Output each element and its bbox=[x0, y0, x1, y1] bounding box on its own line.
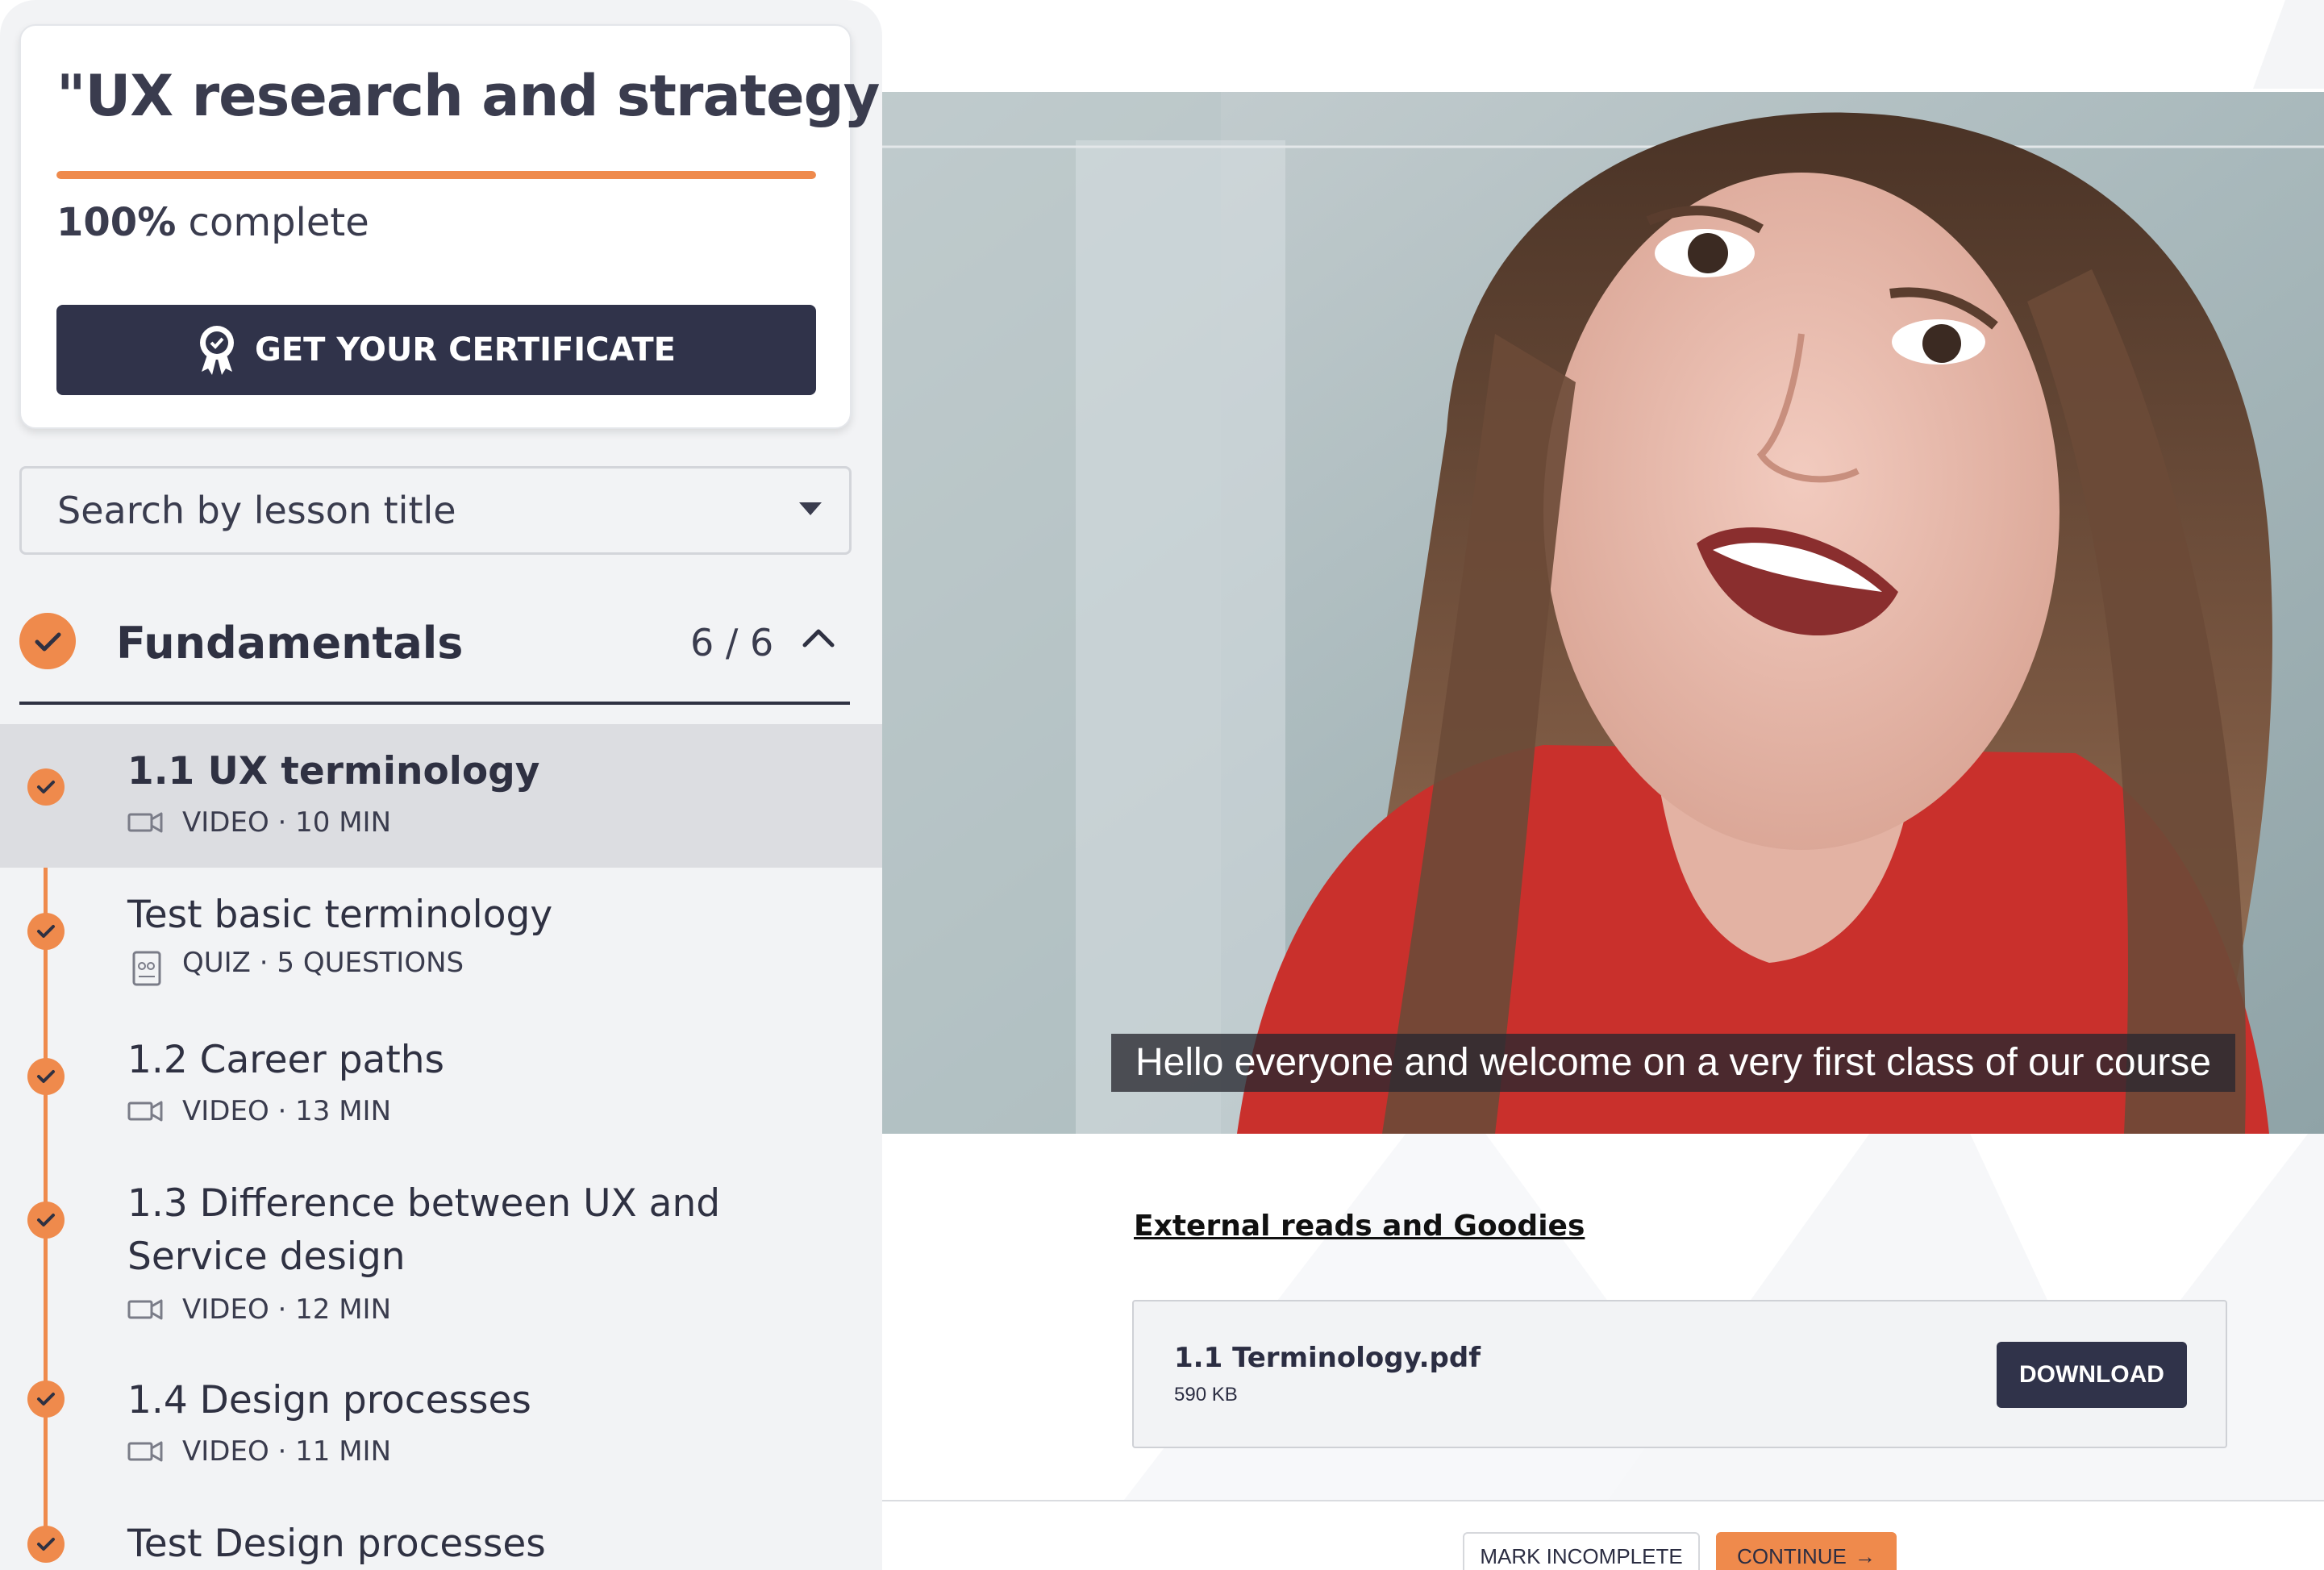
course-sidebar: "UX research and strategy" 100% complete… bbox=[0, 0, 882, 1570]
quiz-document-icon bbox=[127, 950, 165, 986]
lesson-title: 1.2 Career paths bbox=[127, 1038, 445, 1082]
lesson-item-ux-vs-service-design[interactable]: 1.3 Difference between UX and Service de… bbox=[0, 1158, 882, 1356]
lesson-title: 1.3 Difference between UX and Service de… bbox=[127, 1181, 721, 1279]
certificate-label: GET YOUR CERTIFICATE bbox=[255, 331, 676, 369]
progress-text: 100% complete bbox=[56, 200, 369, 245]
lesson-meta: VIDEO · 10 MIN bbox=[127, 806, 391, 839]
check-circle-icon bbox=[27, 1201, 65, 1239]
external-reads-heading[interactable]: External reads and Goodies bbox=[1134, 1210, 1585, 1243]
video-camera-icon bbox=[127, 1439, 165, 1464]
check-circle-icon bbox=[27, 768, 65, 806]
lesson-title: Test basic terminology bbox=[127, 893, 553, 937]
continue-label: CONTINUE bbox=[1737, 1543, 1847, 1568]
lesson-item-design-processes[interactable]: 1.4 Design processes VIDEO · 11 MIN bbox=[0, 1356, 882, 1501]
progress-suffix: complete bbox=[176, 200, 369, 245]
section-count: 6 / 6 bbox=[690, 621, 774, 664]
lesson-meta-text: QUIZ · 5 QUESTIONS bbox=[182, 947, 464, 979]
lesson-item-career-paths[interactable]: 1.2 Career paths VIDEO · 13 MIN bbox=[0, 1013, 882, 1158]
download-button[interactable]: DOWNLOAD bbox=[1997, 1342, 2187, 1408]
lesson-footer-bar: MARK INCOMPLETE CONTINUE → bbox=[882, 1500, 2324, 1570]
lesson-meta-text: VIDEO · 11 MIN bbox=[182, 1435, 392, 1468]
lesson-title: 1.4 Design processes bbox=[127, 1378, 531, 1422]
award-ribbon-icon bbox=[197, 323, 237, 377]
lesson-item-test-basic-terminology[interactable]: Test basic terminology QUIZ · 5 QUESTION… bbox=[0, 868, 882, 1013]
lesson-meta: VIDEO · 12 MIN bbox=[127, 1293, 391, 1326]
lesson-search-placeholder: Search by lesson title bbox=[57, 489, 456, 532]
video-player[interactable]: Hello everyone and welcome on a very fir… bbox=[882, 92, 2324, 1134]
resource-file-card: 1.1 Terminology.pdf 590 KB DOWNLOAD bbox=[1132, 1300, 2227, 1448]
check-circle-icon bbox=[27, 1058, 65, 1095]
course-progress-bar bbox=[56, 171, 816, 179]
video-frame bbox=[882, 92, 2324, 1134]
chevron-up-icon[interactable] bbox=[800, 624, 837, 652]
caret-down-icon bbox=[799, 502, 822, 515]
lesson-item-ux-terminology[interactable]: 1.1 UX terminology VIDEO · 10 MIN bbox=[0, 724, 882, 868]
check-circle-icon bbox=[27, 913, 65, 950]
course-progress-fill bbox=[56, 171, 816, 179]
mark-incomplete-button[interactable]: MARK INCOMPLETE bbox=[1463, 1532, 1700, 1570]
lesson-meta-text: VIDEO · 10 MIN bbox=[182, 806, 392, 839]
file-name: 1.1 Terminology.pdf bbox=[1174, 1342, 1481, 1374]
lesson-meta: VIDEO · 11 MIN bbox=[127, 1435, 391, 1468]
course-progress-card: "UX research and strategy" 100% complete… bbox=[19, 24, 882, 429]
check-circle-icon bbox=[27, 1526, 65, 1563]
continue-button[interactable]: CONTINUE → bbox=[1716, 1532, 1897, 1570]
get-certificate-button[interactable]: GET YOUR CERTIFICATE bbox=[56, 305, 816, 395]
arrow-right-icon: → bbox=[1854, 1543, 1876, 1568]
file-size: 590 KB bbox=[1174, 1384, 1238, 1406]
video-camera-icon bbox=[127, 1297, 165, 1322]
lesson-meta-text: VIDEO · 12 MIN bbox=[182, 1293, 392, 1326]
course-title: "UX research and strategy" bbox=[56, 63, 882, 129]
check-circle-icon bbox=[19, 613, 76, 669]
progress-value: 100% bbox=[56, 200, 177, 245]
video-camera-icon bbox=[127, 810, 165, 835]
lesson-item-test-design-processes[interactable]: Test Design processes bbox=[0, 1501, 882, 1570]
lesson-search-select[interactable]: Search by lesson title bbox=[19, 466, 852, 555]
video-camera-icon bbox=[127, 1098, 165, 1124]
lesson-title: 1.1 UX terminology bbox=[127, 749, 540, 793]
check-circle-icon bbox=[27, 1381, 65, 1418]
lesson-meta-text: VIDEO · 13 MIN bbox=[182, 1095, 392, 1127]
section-header-fundamentals[interactable]: Fundamentals 6 / 6 bbox=[19, 600, 850, 705]
video-subtitle: Hello everyone and welcome on a very fir… bbox=[1111, 1034, 2235, 1092]
lesson-meta: VIDEO · 13 MIN bbox=[127, 1095, 391, 1127]
section-title: Fundamentals bbox=[116, 618, 464, 668]
lesson-meta: QUIZ · 5 QUESTIONS bbox=[127, 947, 464, 986]
lesson-title: Test Design processes bbox=[127, 1522, 546, 1566]
